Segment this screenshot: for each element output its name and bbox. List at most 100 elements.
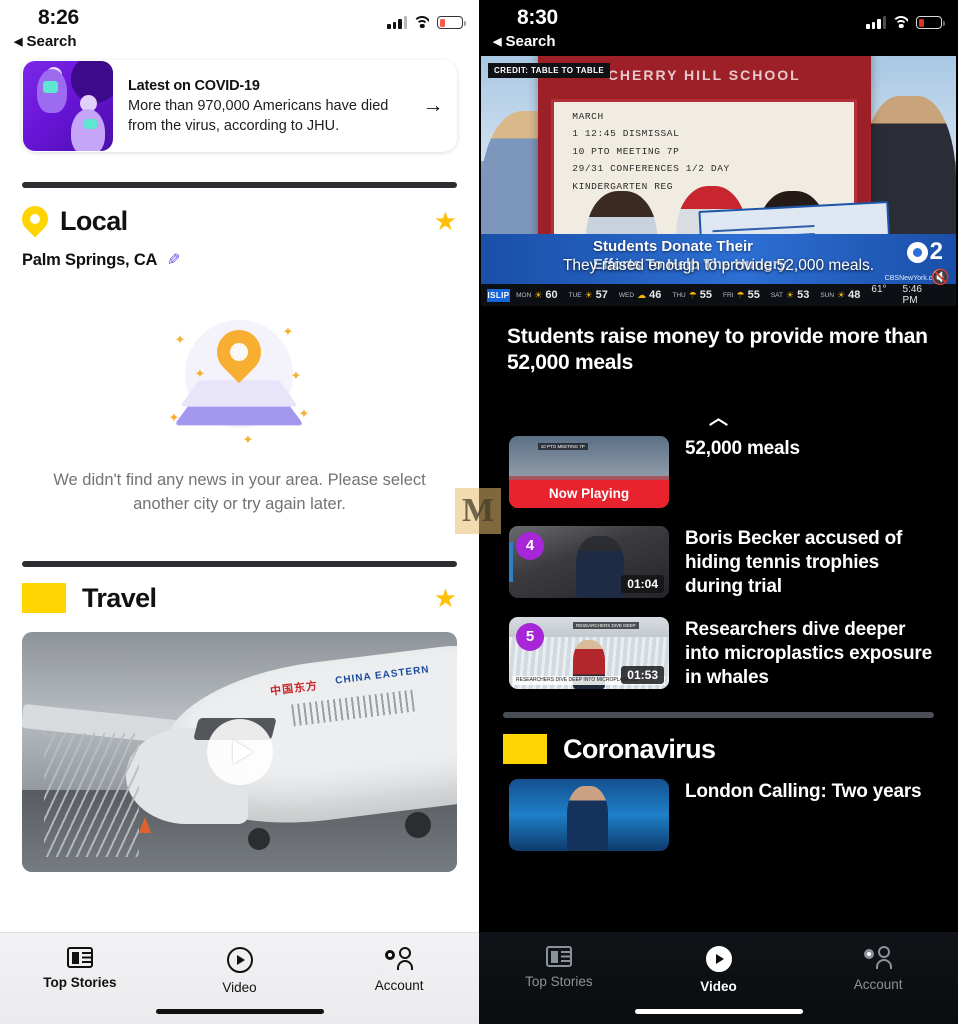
ticker-day: TUE ☀ 57 xyxy=(568,289,608,301)
home-indicator xyxy=(155,1008,324,1014)
tab-account[interactable]: Account xyxy=(798,946,958,992)
ticker-day: FRI ☂ 55 xyxy=(723,289,760,301)
news-ticker: ISLIP MON ☀ 60 TUE ☀ 57 WED ☁ 46 THU ☂ 55 FRI ☂ 55… xyxy=(481,284,956,306)
tab-video[interactable]: Video xyxy=(160,947,320,995)
right-tab-bar: Top Stories Video Account xyxy=(479,932,958,1024)
playlist-item[interactable]: RESEARCHERS DIVE DEEP 5 RESEARCHERS DIVE… xyxy=(479,599,958,690)
ticker-day: THU ☂ 55 xyxy=(672,289,713,301)
left-phone-panel: 8:26 ◀ Search Latest on COVID-19 More th… xyxy=(0,0,479,1024)
account-gear-icon xyxy=(864,946,893,970)
mute-speaker-icon[interactable]: 🔇 xyxy=(931,268,950,286)
coronavirus-section-header: Coronavirus xyxy=(479,718,958,765)
status-indicators xyxy=(866,16,945,29)
left-scroll-area[interactable]: Latest on COVID-19 More than 970,000 Ame… xyxy=(0,56,479,1024)
arrow-right-icon[interactable]: → xyxy=(409,60,457,152)
covid-banner-card[interactable]: Latest on COVID-19 More than 970,000 Ame… xyxy=(22,60,457,152)
back-label: Search xyxy=(505,33,556,50)
playlist-number-badge: 5 xyxy=(516,622,544,651)
playlist-thumbnail xyxy=(509,778,669,851)
star-icon[interactable]: ★ xyxy=(434,206,457,237)
pencil-icon[interactable]: ✎ xyxy=(167,250,180,270)
home-indicator xyxy=(634,1008,803,1014)
tab-label: Video xyxy=(222,980,257,995)
wifi-icon xyxy=(892,16,910,29)
back-to-search-button[interactable]: ◀ Search xyxy=(493,33,556,50)
back-label: Search xyxy=(26,33,77,50)
covid-illustration xyxy=(23,61,113,151)
video-player[interactable]: CHERRY HILL SCHOOL MARCH 1 12:45 DISMISS… xyxy=(481,56,956,306)
tab-account[interactable]: Account xyxy=(319,947,479,993)
battery-icon xyxy=(916,16,945,29)
playlist-item-title: Researchers dive deeper into microplasti… xyxy=(685,618,932,688)
coronavirus-item-title: London Calling: Two years xyxy=(685,780,922,802)
video-credit-badge: CREDIT: TABLE TO TABLE xyxy=(488,63,611,78)
local-city-name: Palm Springs, CA xyxy=(22,250,158,269)
cellular-signal-icon xyxy=(866,16,886,29)
playlist-number-badge: 4 xyxy=(516,531,544,560)
local-city-row[interactable]: Palm Springs, CA ✎ xyxy=(0,238,479,270)
account-gear-icon xyxy=(385,947,414,971)
video-play-icon xyxy=(226,947,253,973)
empty-state-illustration: ✦ ✦ ✦ ✦ ✦ ✦ ✦ xyxy=(165,306,315,447)
news-icon xyxy=(545,946,572,967)
location-pin-icon xyxy=(16,200,54,238)
covid-banner-summary: More than 970,000 Americans have died fr… xyxy=(128,98,389,134)
playlist-thumbnail: 10 PTO MEETING 7P Now Playing xyxy=(509,435,669,508)
travel-section-title: Travel xyxy=(82,582,157,613)
right-phone-panel: 8:30 ◀ Search CHERRY HILL SCHOOL MARCH 1… xyxy=(479,0,958,1024)
local-empty-message: We didn't find any news in your area. Pl… xyxy=(53,471,426,514)
left-triangle-icon: ◀ xyxy=(14,36,23,48)
section-color-block xyxy=(22,583,66,614)
coronavirus-section-title: Coronavirus xyxy=(563,733,716,764)
tab-video[interactable]: Video xyxy=(639,946,799,994)
playlist-thumbnail: RESEARCHERS DIVE DEEP 5 RESEARCHERS DIVE… xyxy=(509,616,669,689)
tab-label: Account xyxy=(853,977,903,992)
cellular-signal-icon xyxy=(387,16,407,29)
wifi-icon xyxy=(413,16,431,29)
tab-top-stories[interactable]: Top Stories xyxy=(479,946,639,989)
playlist-item-title: 52,000 meals xyxy=(685,437,800,459)
ticker-day: SAT ☀ 53 xyxy=(770,289,810,301)
section-color-block xyxy=(503,734,547,765)
local-section-header: Local ★ xyxy=(0,188,479,238)
video-caption: They raised enough to provide 52,000 mea… xyxy=(562,256,875,274)
tab-top-stories[interactable]: Top Stories xyxy=(0,947,160,990)
play-button-icon[interactable] xyxy=(206,718,273,785)
local-empty-state: ✦ ✦ ✦ ✦ ✦ ✦ ✦ We didn't find any news in… xyxy=(0,270,479,517)
playlist-duration: 01:04 xyxy=(621,574,664,593)
left-tab-bar: Top Stories Video Account xyxy=(0,932,479,1024)
travel-section-header: Travel ★ xyxy=(0,567,479,614)
tab-label: Top Stories xyxy=(525,974,593,989)
coronavirus-item[interactable]: London Calling: Two years xyxy=(479,765,958,851)
ticker-current-temp: 61° xyxy=(871,284,887,295)
news-icon xyxy=(66,947,93,968)
ticker-day: SUN ☀ 48 xyxy=(820,289,861,301)
playlist-item-now-playing[interactable]: 10 PTO MEETING 7P Now Playing 52,000 mea… xyxy=(479,426,958,508)
status-time: 8:26 xyxy=(38,6,79,29)
ticker-right: 61° 5:46 PM xyxy=(871,284,956,306)
tab-label: Video xyxy=(700,979,737,994)
now-playing-badge: Now Playing xyxy=(509,479,669,508)
travel-video-thumbnail[interactable]: 中国东方 CHINA EASTERN xyxy=(22,631,457,872)
ticker-clock: 5:46 PM xyxy=(902,284,922,306)
local-section-title: Local xyxy=(60,205,128,236)
battery-icon xyxy=(437,16,466,29)
left-status-bar: 8:26 ◀ Search xyxy=(0,0,479,56)
playlist-item-title: Boris Becker accused of hiding tennis tr… xyxy=(685,527,903,597)
video-headline: Students raise money to provide more tha… xyxy=(507,325,928,375)
ticker-city: ISLIP xyxy=(487,288,511,302)
covid-banner-text: Latest on COVID-19 More than 970,000 Ame… xyxy=(114,60,409,152)
covid-banner-title: Latest on COVID-19 xyxy=(128,78,260,95)
playlist-duration: 01:53 xyxy=(621,665,664,684)
star-icon[interactable]: ★ xyxy=(434,583,457,614)
back-to-search-button[interactable]: ◀ Search xyxy=(14,33,77,50)
left-triangle-icon: ◀ xyxy=(493,36,502,48)
tab-label: Top Stories xyxy=(43,975,117,990)
status-indicators xyxy=(387,16,466,29)
tab-label: Account xyxy=(374,978,424,993)
video-play-icon xyxy=(705,946,732,972)
playlist-item[interactable]: 4 01:04 Boris Becker accused of hiding t… xyxy=(479,508,958,599)
ticker-day: MON ☀ 60 xyxy=(516,289,558,301)
right-status-bar: 8:30 ◀ Search xyxy=(479,0,958,56)
ticker-day: WED ☁ 46 xyxy=(618,289,662,301)
